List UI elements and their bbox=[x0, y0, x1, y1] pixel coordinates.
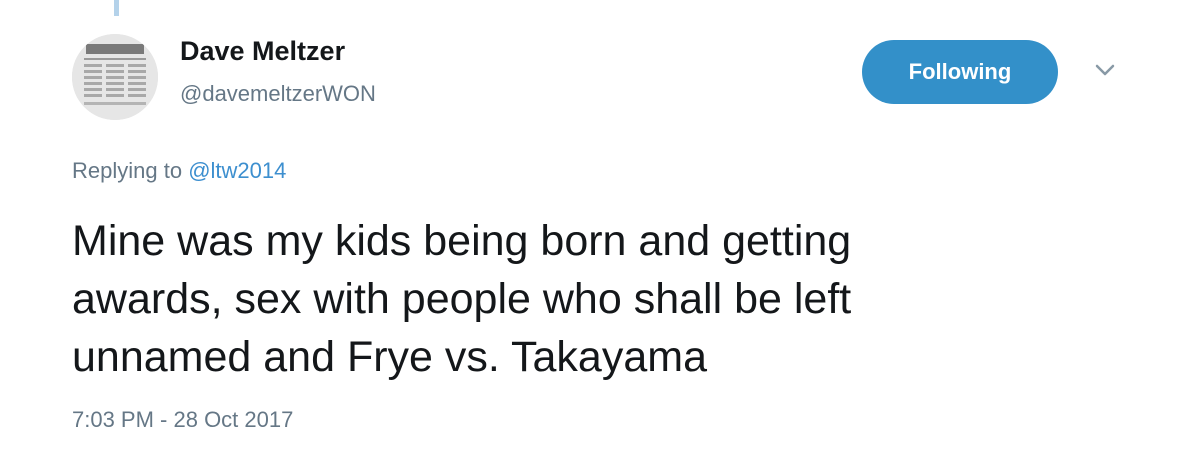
reply-mention-link[interactable]: @ltw2014 bbox=[188, 158, 286, 183]
tweet-text-line: unnamed and Frye vs. Takayama bbox=[72, 333, 707, 381]
tweet-text-line: Mine was my kids being born and getting bbox=[72, 217, 852, 265]
following-button[interactable]: Following bbox=[862, 40, 1058, 104]
tweet-timestamp[interactable]: 7:03 PM - 28 Oct 2017 bbox=[72, 407, 293, 433]
newsletter-avatar-icon bbox=[72, 34, 158, 120]
author-display-name[interactable]: Dave Meltzer bbox=[180, 36, 345, 67]
tweet-text: Mine was my kids being born and getting … bbox=[72, 212, 1152, 386]
replying-prefix: Replying to bbox=[72, 158, 183, 183]
author-handle[interactable]: @davemeltzerWON bbox=[180, 81, 376, 107]
replying-to-line: Replying to @ltw2014 bbox=[72, 158, 286, 184]
tweet-menu-button[interactable] bbox=[1092, 60, 1118, 80]
avatar[interactable] bbox=[72, 34, 158, 120]
thread-connector-line bbox=[114, 0, 119, 16]
chevron-down-icon bbox=[1095, 64, 1115, 76]
tweet-text-line: awards, sex with people who shall be lef… bbox=[72, 275, 852, 323]
